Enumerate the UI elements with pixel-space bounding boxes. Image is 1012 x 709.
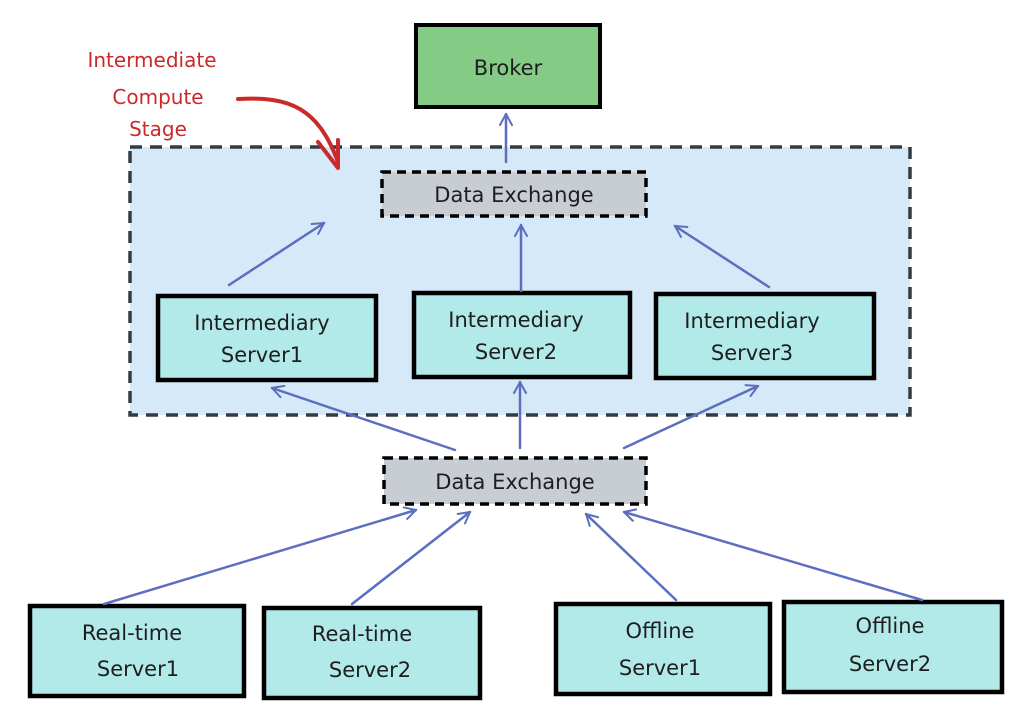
realtime-server-2-line2: Server2 <box>329 658 411 682</box>
intermediary-server-3-node[interactable]: Intermediary Server3 <box>653 291 877 381</box>
offline-server-2-node[interactable]: Offline Server2 <box>781 599 1005 695</box>
realtime-server-1-node[interactable]: Real-time Server1 <box>27 603 247 699</box>
realtime-server-2-node[interactable]: Real-time Server2 <box>261 605 483 701</box>
intermediary-server-3-line2: Server3 <box>711 341 793 365</box>
intermediary-server-2-node[interactable]: Intermediary Server2 <box>411 290 633 380</box>
intermediary-server-1-line2: Server1 <box>221 343 303 367</box>
intermediary-server-3-line1: Intermediary <box>684 309 819 333</box>
data-exchange-top-label: Data Exchange <box>434 183 593 207</box>
realtime-server-1-line1: Real-time <box>82 621 182 645</box>
broker-node[interactable]: Broker <box>414 23 602 109</box>
broker-label: Broker <box>474 56 543 80</box>
data-exchange-top-node[interactable]: Data Exchange <box>380 170 648 218</box>
data-exchange-bottom-node[interactable]: Data Exchange <box>382 456 648 506</box>
architecture-diagram: Intermediate Compute Stage Broker Data E… <box>27 23 1005 701</box>
realtime-server-1-line2: Server1 <box>97 657 179 681</box>
edge-offline-1-to-exchange-bottom <box>584 512 678 602</box>
offline-server-2-line1: Offline <box>856 614 925 638</box>
intermediary-server-1-line1: Intermediary <box>194 311 329 335</box>
realtime-server-2-line1: Real-time <box>312 622 412 646</box>
offline-server-2-line2: Server2 <box>849 652 931 676</box>
data-exchange-bottom-label: Data Exchange <box>435 470 594 494</box>
edge-realtime-2-to-exchange-bottom <box>350 510 472 606</box>
annotation-line-2: Compute <box>112 85 203 109</box>
intermediary-server-2-line1: Intermediary <box>448 308 583 332</box>
offline-server-1-node[interactable]: Offline Server1 <box>553 601 773 697</box>
offline-server-1-line2: Server1 <box>619 656 701 680</box>
offline-server-1-line1: Offline <box>626 619 695 643</box>
annotation-line-1: Intermediate <box>87 48 216 72</box>
intermediary-server-1-node[interactable]: Intermediary Server1 <box>155 293 379 383</box>
annotation-line-3: Stage <box>129 117 187 141</box>
intermediary-server-2-line2: Server2 <box>475 340 557 364</box>
edge-offline-2-to-exchange-bottom <box>622 508 924 602</box>
